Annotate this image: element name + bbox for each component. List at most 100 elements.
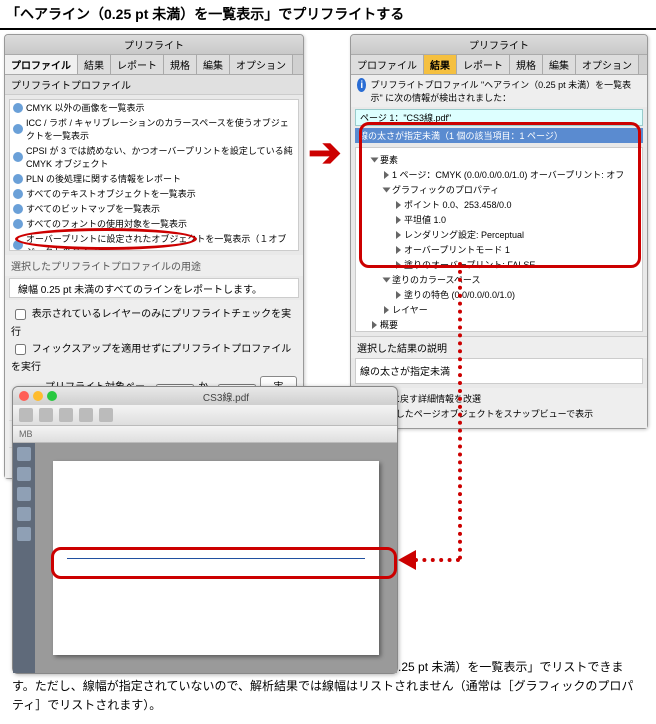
tree-row[interactable]: レイヤー <box>360 302 638 317</box>
page-info-row[interactable]: ページ 1："CS3線.pdf" <box>355 109 643 126</box>
tree-row[interactable]: 要素 <box>360 152 638 167</box>
toolbar-icon[interactable] <box>59 408 73 422</box>
tree-row[interactable]: ポイント 0.0、253.458/0.0 <box>360 197 638 212</box>
nav-sidebar <box>13 443 35 673</box>
profile-label: CPSI が 3 では読めない、かつオーバープリントを設定している純 CMYK … <box>26 144 295 170</box>
disclosure-icon[interactable] <box>372 321 377 329</box>
disclosure-icon[interactable] <box>384 306 389 314</box>
tree-row[interactable]: 概要 <box>360 317 638 332</box>
tree-row[interactable]: オーバープリントモード 1 <box>360 242 638 257</box>
minimize-icon[interactable] <box>33 391 43 401</box>
profile-icon <box>13 219 23 229</box>
result-tree[interactable]: 要素1 ページ：CMYK (0.0/0.0/0.0/1.0) オーバープリント:… <box>355 147 643 332</box>
profile-icon <box>13 240 23 250</box>
tab-edit[interactable]: 編集 <box>543 55 576 74</box>
tab-report[interactable]: レポート <box>457 55 510 74</box>
tabs: プロファイル 結果 レポート 規格 編集 オプション <box>351 55 647 75</box>
profile-label: オーバープリントに設定されたオブジェクトを一覧表示（１オブジェクトのタイプ毎） <box>26 232 295 251</box>
profile-label: すべてのテキストオブジェクトを一覧表示 <box>26 187 196 200</box>
label-text: 選択したページオブジェクトをスナップビューで表示 <box>378 409 593 419</box>
opt-visible-layers[interactable]: 表示されているレイヤーのみにプリフライトチェックを実行 <box>11 304 297 339</box>
disclosure-icon[interactable] <box>371 157 379 162</box>
sidebar-icon[interactable] <box>17 447 31 461</box>
disclosure-icon[interactable] <box>383 187 391 192</box>
toolbar-icon[interactable] <box>39 408 53 422</box>
disclosure-icon[interactable] <box>396 231 401 239</box>
figure-area: プリフライト プロファイル 結果 レポート 規格 編集 オプション プリフライト… <box>0 30 656 650</box>
disclosure-icon[interactable] <box>396 246 401 254</box>
result-header-row[interactable]: 線の太さが指定未満（1 個の該当項目：1 ページ） <box>355 128 643 143</box>
profile-item[interactable]: ICC / ラボ / キャリブレーションのカラースペースを使うオブジェクトを一覧… <box>10 115 298 143</box>
tab-results[interactable]: 結果 <box>424 55 457 74</box>
selected-result-body: 線の太さが指定未満 <box>355 358 643 384</box>
profile-item[interactable]: すべてのビットマップを一覧表示 <box>10 201 298 216</box>
tab-standards[interactable]: 規格 <box>510 55 543 74</box>
sidebar-icon[interactable] <box>17 527 31 541</box>
window-titlebar: CS3線.pdf <box>13 387 397 405</box>
selected-result-label: 選択した結果の説明 <box>351 336 647 358</box>
tree-label: オーバープリントモード 1 <box>404 243 510 256</box>
document-area <box>13 443 397 673</box>
zoom-icon[interactable] <box>47 391 57 401</box>
arrow-left-icon <box>398 550 416 570</box>
tree-label: 要素 <box>380 153 398 166</box>
close-icon[interactable] <box>19 391 29 401</box>
disclosure-icon[interactable] <box>396 291 401 299</box>
toolbar-icon[interactable] <box>19 408 33 422</box>
disclosure-icon[interactable] <box>396 201 401 209</box>
info-icon: i <box>357 78 366 92</box>
profile-label: CMYK 以外の画像を一覧表示 <box>26 101 145 114</box>
toolbar-icon[interactable] <box>99 408 113 422</box>
tab-profile[interactable]: プロファイル <box>5 55 78 74</box>
tree-row[interactable]: 塗りのカラースペース <box>360 272 638 287</box>
sidebar-icon[interactable] <box>17 507 31 521</box>
disclosure-icon[interactable] <box>384 171 389 179</box>
profile-item[interactable]: すべてのテキストオブジェクトを一覧表示 <box>10 186 298 201</box>
profile-item[interactable]: すべてのフォントの使用対象を一覧表示 <box>10 216 298 231</box>
tree-row[interactable]: 1 ページ：CMYK (0.0/0.0/0.0/1.0) オーバープリント: オ… <box>360 167 638 182</box>
tree-label: グラフィックのプロパティ <box>392 183 499 196</box>
profile-list[interactable]: CMYK 以外の画像を一覧表示 ICC / ラボ / キャリブレーションのカラース… <box>9 99 299 251</box>
info-text: プリフライトプロファイル "ヘアライン（0.25 pt 未満）を一覧表示" に次… <box>370 78 641 104</box>
profile-section-label: プリフライトプロファイル <box>5 75 303 95</box>
profile-label: すべてのフォントの使用対象を一覧表示 <box>26 217 187 230</box>
sidebar-icon[interactable] <box>17 487 31 501</box>
arrow-right-icon: ➔ <box>308 130 342 176</box>
label-text: 表示されているレイヤーのみにプリフライトチェックを実行 <box>11 309 291 338</box>
tab-edit[interactable]: 編集 <box>197 55 230 74</box>
profile-item[interactable]: CPSI が 3 では読めない、かつオーバープリントを設定している純 CMYK … <box>10 143 298 171</box>
snap-view-option[interactable]: 選択したページオブジェクトをスナップビューで表示 <box>357 405 641 424</box>
profile-icon <box>13 189 23 199</box>
disclosure-icon[interactable] <box>383 277 391 282</box>
tree-row[interactable]: 塗りの特色 (0.0/0.0/0.0/1.0) <box>360 287 638 302</box>
tree-row[interactable]: 平坦値 1.0 <box>360 212 638 227</box>
toolbar-icon[interactable] <box>79 408 93 422</box>
tree-row[interactable]: 塗りのオーバープリント: FALSE <box>360 257 638 272</box>
toolbar-label: MB <box>19 429 33 439</box>
tab-report[interactable]: レポート <box>111 55 164 74</box>
profile-item[interactable]: PLN の後処理に関する情報をレポート <box>10 171 298 186</box>
tab-options[interactable]: オプション <box>576 55 639 74</box>
profile-label: ICC / ラボ / キャリブレーションのカラースペースを使うオブジェクトを一覧… <box>26 116 295 142</box>
checkbox[interactable] <box>15 344 26 355</box>
tree-row[interactable]: レンダリング設定: Perceptual <box>360 227 638 242</box>
tab-results[interactable]: 結果 <box>78 55 111 74</box>
tree-label: ポイント 0.0、253.458/0.0 <box>404 198 512 211</box>
tree-label: 塗りのオーバープリント: FALSE <box>404 258 535 271</box>
acrobat-window: CS3線.pdf MB <box>12 386 398 674</box>
tab-standards[interactable]: 規格 <box>164 55 197 74</box>
disclosure-icon[interactable] <box>396 261 401 269</box>
disclosure-icon[interactable] <box>396 216 401 224</box>
profile-label: すべてのビットマップを一覧表示 <box>26 202 160 215</box>
info-row: i プリフライトプロファイル "ヘアライン（0.25 pt 未満）を一覧表示" … <box>351 75 647 107</box>
page-canvas[interactable] <box>35 443 397 673</box>
opt-no-fixup[interactable]: フィックスアップを適用せずにプリフライトプロファイルを実行 <box>11 339 297 374</box>
page-heading: 「ヘアライン（0.25 pt 未満）を一覧表示」でプリフライトする <box>0 0 656 30</box>
tab-profile[interactable]: プロファイル <box>351 55 424 74</box>
profile-item[interactable]: オーバープリントに設定されたオブジェクトを一覧表示（１オブジェクトのタイプ毎） <box>10 231 298 251</box>
tree-row[interactable]: グラフィックのプロパティ <box>360 182 638 197</box>
checkbox[interactable] <box>15 309 26 320</box>
profile-item[interactable]: CMYK 以外の画像を一覧表示 <box>10 100 298 115</box>
sidebar-icon[interactable] <box>17 467 31 481</box>
tab-options[interactable]: オプション <box>230 55 293 74</box>
